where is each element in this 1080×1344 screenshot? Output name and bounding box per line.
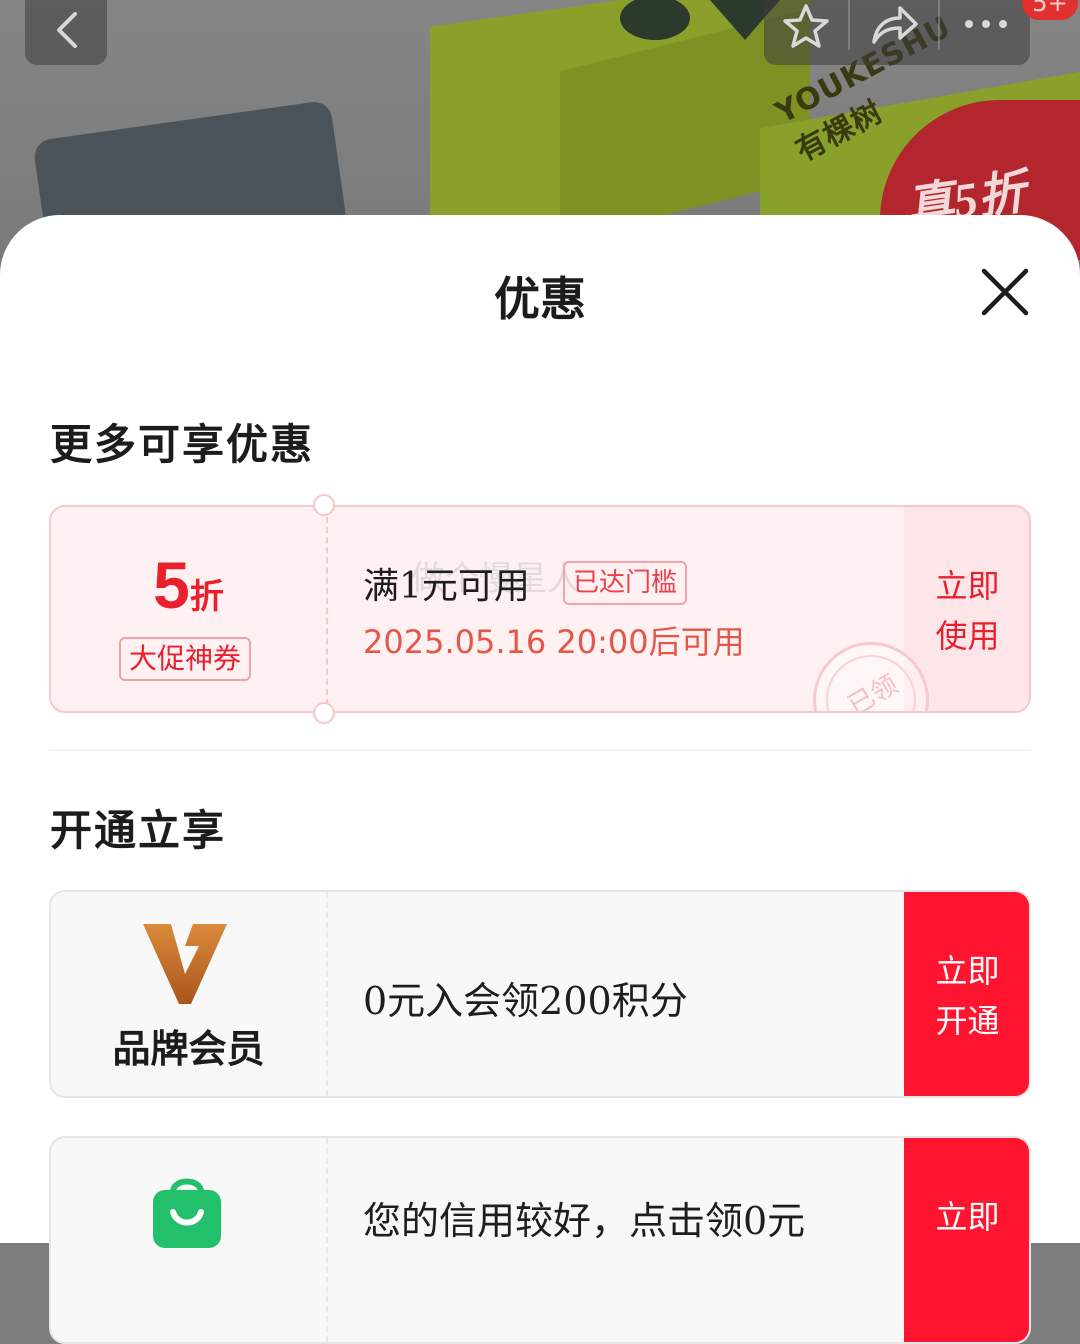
coupon-card: 5折 大促神券 做个慢星人 满1元可用 已达门槛 2025.05.16 20:0…	[49, 505, 1031, 713]
use-coupon-label-1: 立即	[935, 567, 1000, 605]
open-label-1: 立即	[935, 952, 1000, 990]
more-icon	[965, 20, 1007, 28]
action-bar	[764, 0, 1030, 65]
brand-logo-icon	[143, 924, 227, 1004]
share-icon	[872, 6, 918, 44]
member-card-credit: 您的信用较好，点击领0元 立即	[49, 1136, 1031, 1344]
coupon-condition: 满1元可用	[363, 566, 530, 607]
section-title-more-offers: 更多可享优惠	[50, 420, 315, 469]
coupon-type-tag: 大促神券	[119, 637, 252, 681]
coupon-notch-top	[313, 494, 335, 516]
member-divider	[326, 892, 328, 1096]
coupon-value-area: 5折 大促神券	[51, 507, 326, 711]
notification-badge: 5+	[1022, 0, 1078, 20]
close-button[interactable]	[978, 265, 1032, 319]
claim-credit-button[interactable]: 立即	[904, 1138, 1029, 1342]
sheet-title: 优惠	[494, 272, 586, 326]
threshold-badge: 已达门槛	[563, 561, 688, 605]
open-label-2: 开通	[935, 1002, 1000, 1040]
use-coupon-label-2: 使用	[935, 617, 1000, 655]
favorite-button[interactable]	[764, 0, 848, 65]
back-button[interactable]	[25, 0, 107, 65]
star-icon	[783, 4, 829, 48]
discount-number: 5	[153, 548, 190, 622]
member-card-brand: 品牌会员 0元入会领200积分 立即 开通	[49, 890, 1031, 1098]
offers-sheet: 优惠 更多可享优惠 5折 大促神券 做个慢星人 满1元可用 已达门槛 2025.…	[0, 215, 1080, 1344]
claim-label-1: 立即	[935, 1198, 1000, 1236]
coupon-notch-bottom	[313, 702, 335, 724]
member-description: 您的信用较好，点击领0元	[363, 1199, 806, 1243]
member-divider	[326, 1138, 328, 1342]
close-icon	[981, 268, 1029, 316]
discount-unit: 折	[189, 577, 224, 617]
member-description: 0元入会领200积分	[363, 979, 688, 1023]
discount-value: 5折	[51, 547, 326, 623]
box-pattern	[620, 0, 780, 40]
chevron-left-icon	[57, 12, 77, 48]
coupon-valid-time: 2025.05.16 20:00后可用	[363, 623, 745, 661]
shopping-bag-icon	[153, 1178, 221, 1248]
open-membership-button[interactable]: 立即 开通	[904, 892, 1029, 1096]
coupon-divider	[326, 517, 328, 705]
member-label: 品牌会员	[112, 1026, 265, 1071]
section-title-open-to-enjoy: 开通立享	[50, 806, 227, 855]
section-divider	[49, 749, 1031, 751]
share-button[interactable]	[850, 0, 938, 65]
more-button[interactable]	[940, 0, 1030, 65]
